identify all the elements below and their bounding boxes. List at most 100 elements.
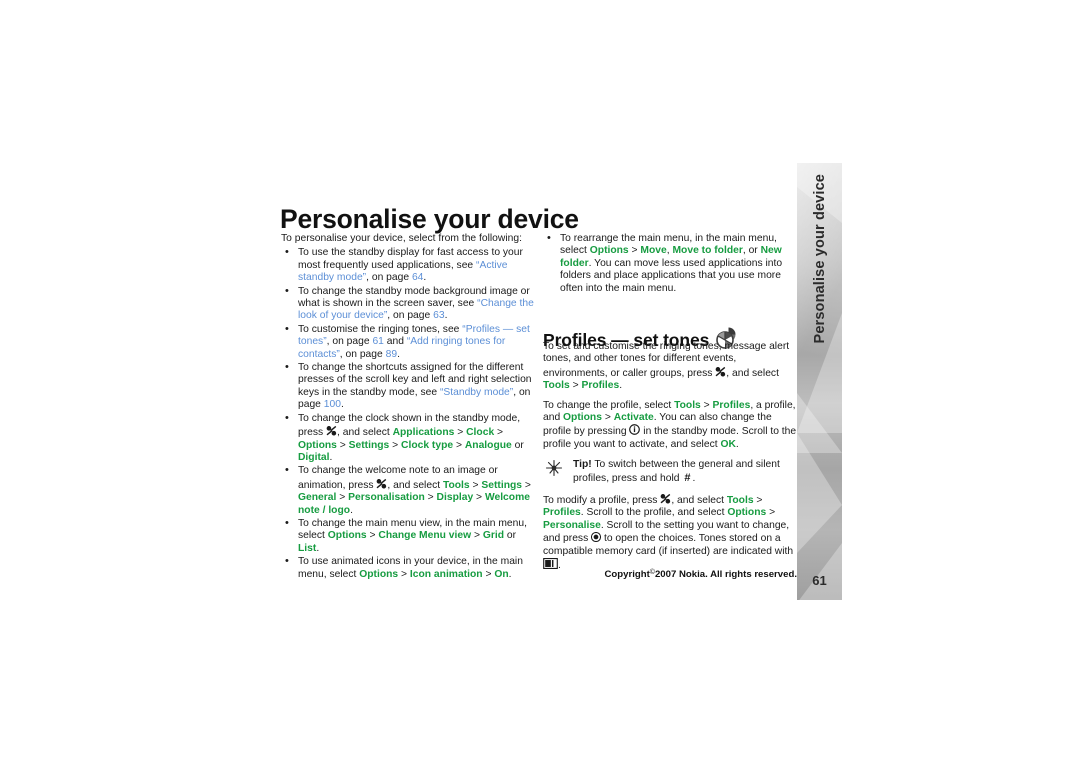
menu-path-item: Tools <box>442 479 470 491</box>
menu-separator: > <box>473 492 485 504</box>
body-text: , and select <box>387 479 443 491</box>
profiles-paragraphs: To set and customise the ringing tones, … <box>543 341 799 451</box>
menu-path-item: Options <box>298 439 337 451</box>
menu-path-item: Digital <box>298 451 330 463</box>
manual-page: Personalise your device 61 Personalise y… <box>0 0 1080 763</box>
menu-path-item: Activate <box>613 412 654 424</box>
body-text: . You can move less used applications in… <box>560 257 783 294</box>
left-bullet-list: To use the standby display for fast acce… <box>281 246 536 581</box>
body-text: To customise the ringing tones, see <box>298 323 463 335</box>
menu-path-item: Personalisation <box>348 492 425 504</box>
menu-path-item: List <box>298 542 317 554</box>
body-text: , on page <box>366 272 412 284</box>
menu-path-item: Grid <box>482 530 505 542</box>
menu-separator: > <box>494 427 504 439</box>
menu-separator: > <box>454 427 467 439</box>
bullet-welcome-note: To change the welcome note to an image o… <box>281 464 536 517</box>
page-title: Personalise your device <box>280 203 579 234</box>
body-text: . <box>316 542 320 554</box>
body-text: . <box>397 348 400 360</box>
cross-reference-link[interactable]: 63 <box>433 310 444 321</box>
menu-path-item: Move <box>640 245 667 257</box>
paragraph-change-profile: To change the profile, select Tools > Pr… <box>543 400 799 452</box>
menu-path-item: Options <box>727 507 767 519</box>
menu-path-item: OK <box>720 438 736 450</box>
menu-separator: > <box>522 479 531 491</box>
menu-separator: > <box>424 492 437 504</box>
menu-path-item: Tools <box>674 399 701 411</box>
menu-separator: > <box>482 568 495 580</box>
tip-icon <box>545 459 563 477</box>
paragraph-set-customise-tones: To set and customise the ringing tones, … <box>543 341 799 393</box>
body-text: , on page <box>387 310 434 322</box>
chapter-side-tab: Personalise your device 61 <box>797 163 842 600</box>
cross-reference-link[interactable]: 61 <box>372 336 383 347</box>
menu-path-item: Options <box>359 568 399 580</box>
menu-path-item: Options <box>589 245 629 257</box>
body-text: . <box>692 472 696 484</box>
bullet-icon-animation: To use animated icons in your device, in… <box>281 555 536 581</box>
bullet-shortcuts: To change the shortcuts assigned for the… <box>281 361 536 412</box>
tip-block: Tip! To switch between the general and s… <box>543 459 799 485</box>
copyright-text: 2007 Nokia. All rights reserved. <box>654 569 797 580</box>
intro-paragraph: To personalise your device, select from … <box>281 233 522 244</box>
menu-path-item: Tools <box>726 495 754 507</box>
menu-path-item: Profiles <box>543 507 581 519</box>
profiles-paragraphs-after-tip: To modify a profile, press , and select … <box>543 493 799 572</box>
menu-path-item: Display <box>436 492 474 504</box>
memory-card-icon <box>543 558 558 570</box>
menu-separator: > <box>453 439 465 451</box>
bullet-clock: To change the clock shown in the standby… <box>281 412 536 465</box>
menu-separator: > <box>336 492 349 504</box>
body-text: To switch between the general and silent… <box>573 459 780 484</box>
menu-separator: > <box>469 479 482 491</box>
cross-reference-link[interactable]: 64 <box>412 272 423 283</box>
bullet-ringing-tones: To customise the ringing tones, see “Pro… <box>281 323 536 361</box>
menu-key-icon <box>660 493 671 505</box>
menu-separator: > <box>766 507 776 519</box>
body-text: , and select <box>337 427 393 439</box>
body-text: . <box>619 380 623 392</box>
body-text: and <box>383 336 407 348</box>
side-tab-page-number: 61 <box>812 573 827 588</box>
menu-key-icon <box>326 425 337 437</box>
menu-path-item: Settings <box>348 439 390 451</box>
info-key-icon <box>629 424 641 436</box>
menu-path-item: Applications <box>392 427 455 439</box>
cross-reference-link[interactable]: “Standby mode” <box>440 387 513 398</box>
menu-separator: > <box>366 530 379 542</box>
menu-path-item: Clock <box>466 427 495 439</box>
copyright-prefix: Copyright <box>604 569 650 580</box>
bullet-main-menu-view: To change the main menu view, in the mai… <box>281 517 536 555</box>
menu-path-item: Clock type <box>401 439 454 451</box>
body-text: , on page <box>326 336 373 348</box>
body-text: , and select <box>726 367 779 379</box>
body-text: . <box>735 438 739 450</box>
scroll-key-icon <box>591 532 602 543</box>
menu-separator: > <box>700 399 713 411</box>
menu-path-item: Analogue <box>464 439 512 451</box>
menu-separator: > <box>471 530 483 542</box>
right-text-column: To rearrange the main menu, in the main … <box>543 232 799 296</box>
menu-separator: > <box>398 568 410 580</box>
body-text: . <box>340 399 344 411</box>
body-text: , or <box>742 245 761 257</box>
hash-key-label: # <box>684 471 691 484</box>
cross-reference-link[interactable]: 100 <box>324 399 341 410</box>
menu-path-item: Tools <box>543 380 570 392</box>
chapter-tab-label: Personalise your device <box>812 174 828 344</box>
right-bullet-list: To rearrange the main menu, in the main … <box>543 232 799 295</box>
profiles-section-body: To set and customise the ringing tones, … <box>543 341 799 573</box>
menu-path-item: Profiles <box>581 380 620 392</box>
menu-path-item: Personalise <box>543 519 601 531</box>
body-text: . <box>423 272 427 284</box>
body-text: or <box>504 530 517 542</box>
paragraph-modify-profile: To modify a profile, press , and select … <box>543 493 799 572</box>
menu-path-item: Icon animation <box>409 568 483 580</box>
menu-path-item: Move to folder <box>672 245 743 257</box>
cross-reference-link[interactable]: 89 <box>386 349 397 360</box>
body-text: . <box>350 504 353 516</box>
body-text: . <box>444 310 448 322</box>
body-text: . <box>508 568 512 580</box>
tip-label: Tip! <box>573 459 592 471</box>
